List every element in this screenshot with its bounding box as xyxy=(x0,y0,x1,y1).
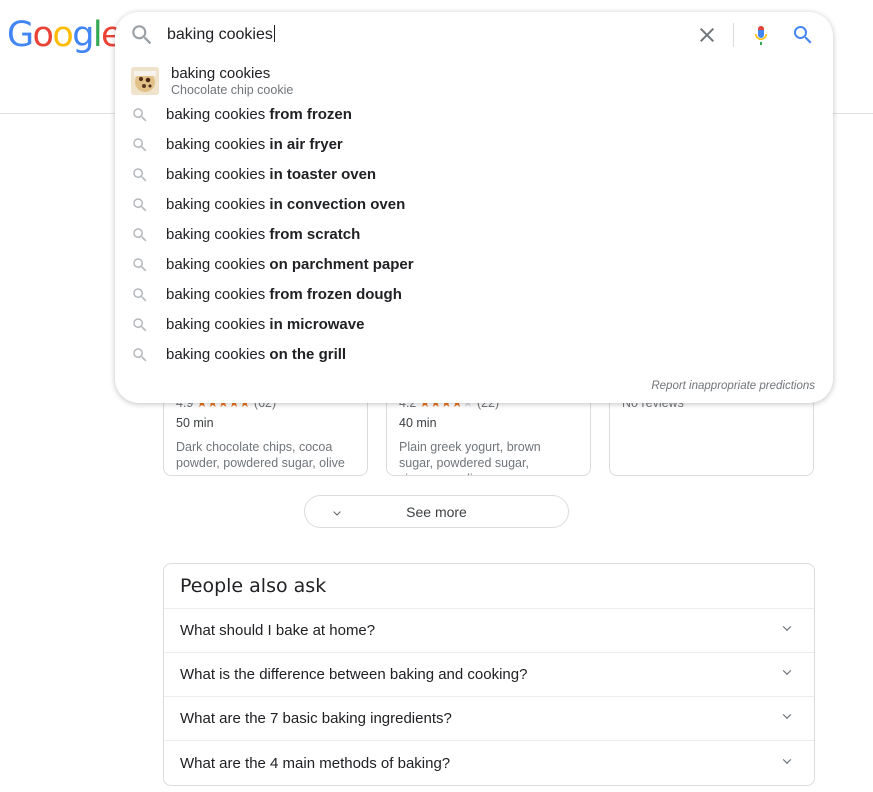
recipe-ingredients: Plain greek yogurt, brown sugar, powdere… xyxy=(399,440,541,475)
suggestion-text: baking cookies from scratch xyxy=(166,226,360,244)
suggestion-row[interactable]: baking cookies in convection oven xyxy=(115,190,833,220)
search-icon xyxy=(131,166,149,184)
suggestion-text: baking cookies in convection oven xyxy=(166,196,405,214)
google-search-page: Google 4.9 ★★★★★ (62) 50 min Dark chocol… xyxy=(0,0,873,792)
see-more-container: See more xyxy=(0,495,873,528)
suggestion-text: baking cookies in microwave xyxy=(166,316,364,334)
question-text: What is the difference between baking an… xyxy=(180,666,528,683)
chevron-down-icon xyxy=(329,505,345,524)
suggestion-completion: on parchment paper xyxy=(269,256,414,273)
suggestion-prefix: baking cookies xyxy=(166,256,270,273)
suggestion-prefix: baking cookies xyxy=(166,346,270,363)
suggestion-entity-text: baking cookies Chocolate chip cookie xyxy=(171,65,293,98)
suggestion-completion: in toaster oven xyxy=(269,166,377,183)
suggestion-completion: in air fryer xyxy=(269,136,343,153)
logo-letter-3: o xyxy=(52,15,73,55)
suggestion-completion: from frozen dough xyxy=(269,286,402,303)
logo-letter-5: l xyxy=(92,15,103,55)
search-box-with-suggestions: baking cookies baking cookies Chocolate … xyxy=(115,12,833,403)
suggestion-prefix: baking cookies xyxy=(166,136,270,153)
suggestion-entity-subtitle: Chocolate chip cookie xyxy=(171,82,294,97)
action-divider xyxy=(733,23,734,47)
search-icon xyxy=(129,22,155,48)
see-more-label: See more xyxy=(406,503,467,520)
suggestion-completion: from scratch xyxy=(269,226,361,243)
search-input-value: baking cookies xyxy=(167,26,273,43)
text-caret xyxy=(273,25,275,42)
logo-letter-1: G xyxy=(7,15,34,55)
search-icon xyxy=(131,106,149,124)
logo-letter-2: o xyxy=(32,15,54,55)
suggestion-row[interactable]: baking cookies on parchment paper xyxy=(115,250,833,280)
autocomplete-suggestions: baking cookies Chocolate chip cookie bak… xyxy=(115,58,833,403)
question-text: What should I bake at home? xyxy=(180,622,376,639)
people-also-ask-panel: People also ask What should I bake at ho… xyxy=(163,563,815,786)
chevron-down-icon[interactable] xyxy=(778,619,796,642)
search-input[interactable]: baking cookies xyxy=(167,23,695,47)
suggestion-prefix: baking cookies xyxy=(166,226,270,243)
search-icon xyxy=(131,226,149,244)
search-actions xyxy=(695,23,833,47)
people-also-ask-question[interactable]: What should I bake at home? xyxy=(164,609,814,653)
people-also-ask-question[interactable]: What are the 4 main methods of baking? xyxy=(164,741,814,785)
suggestion-row[interactable]: baking cookies from frozen xyxy=(115,100,833,130)
suggestion-completion: in convection oven xyxy=(269,196,406,213)
logo-letter-4: g xyxy=(72,15,94,55)
suggestion-row[interactable]: baking cookies from frozen dough xyxy=(115,280,833,310)
suggestion-prefix: baking cookies xyxy=(166,316,270,333)
suggestion-text: baking cookies on parchment paper xyxy=(166,256,414,274)
suggestion-text: baking cookies in air fryer xyxy=(166,136,343,154)
question-text: What are the 4 main methods of baking? xyxy=(180,754,451,772)
people-also-ask-title: People also ask xyxy=(164,564,814,609)
suggestion-entity-title: baking cookies xyxy=(171,64,271,82)
report-inappropriate-predictions-link[interactable]: Report inappropriate predictions xyxy=(651,380,815,392)
search-icon xyxy=(131,256,149,274)
recipe-time: 40 min xyxy=(399,416,437,430)
suggestion-row[interactable]: baking cookies in air fryer xyxy=(115,130,833,160)
google-logo[interactable]: Google xyxy=(7,15,122,55)
suggestion-text: baking cookies from frozen xyxy=(166,106,352,124)
search-bar: baking cookies xyxy=(115,12,833,58)
chevron-down-icon[interactable] xyxy=(778,663,796,686)
question-text: What are the 7 basic baking ingredients? xyxy=(180,710,452,727)
suggestion-prefix: baking cookies xyxy=(166,196,270,213)
suggestion-completion: in microwave xyxy=(269,316,365,333)
suggestion-completion: from frozen xyxy=(269,106,352,123)
suggestion-completion: on the grill xyxy=(269,346,347,363)
recipe-ingredients: Dark chocolate chips, cocoa powder, powd… xyxy=(176,440,345,470)
clear-icon[interactable] xyxy=(695,23,719,47)
microphone-icon[interactable] xyxy=(749,23,773,47)
see-more-button[interactable]: See more xyxy=(304,495,569,528)
suggestion-row[interactable]: baking cookies from scratch xyxy=(115,220,833,250)
suggestion-text: baking cookies in toaster oven xyxy=(166,166,376,184)
suggestion-text: baking cookies from frozen dough xyxy=(166,286,402,304)
search-icon xyxy=(131,316,149,334)
suggestion-row[interactable]: baking cookies on the grill xyxy=(115,340,833,370)
search-submit-icon[interactable] xyxy=(791,23,815,47)
recipe-time: 50 min xyxy=(176,416,214,430)
suggestion-prefix: baking cookies xyxy=(166,106,270,123)
suggestion-entity-row[interactable]: baking cookies Chocolate chip cookie xyxy=(115,62,833,100)
suggestion-prefix: baking cookies xyxy=(166,166,270,183)
search-icon xyxy=(131,136,149,154)
suggestion-text: baking cookies on the grill xyxy=(166,346,346,364)
chocolate-chip-cookie-thumbnail-icon xyxy=(131,67,159,95)
chevron-down-icon[interactable] xyxy=(778,707,796,730)
chevron-down-icon[interactable] xyxy=(778,752,796,775)
suggestion-row[interactable]: baking cookies in toaster oven xyxy=(115,160,833,190)
search-icon xyxy=(131,286,149,304)
suggestion-row[interactable]: baking cookies in microwave xyxy=(115,310,833,340)
people-also-ask-question[interactable]: What is the difference between baking an… xyxy=(164,653,814,697)
people-also-ask-question[interactable]: What are the 7 basic baking ingredients? xyxy=(164,697,814,741)
search-icon xyxy=(131,196,149,214)
search-icon xyxy=(131,346,149,364)
suggestion-prefix: baking cookies xyxy=(166,286,270,303)
report-predictions-row: Report inappropriate predictions xyxy=(115,370,833,403)
